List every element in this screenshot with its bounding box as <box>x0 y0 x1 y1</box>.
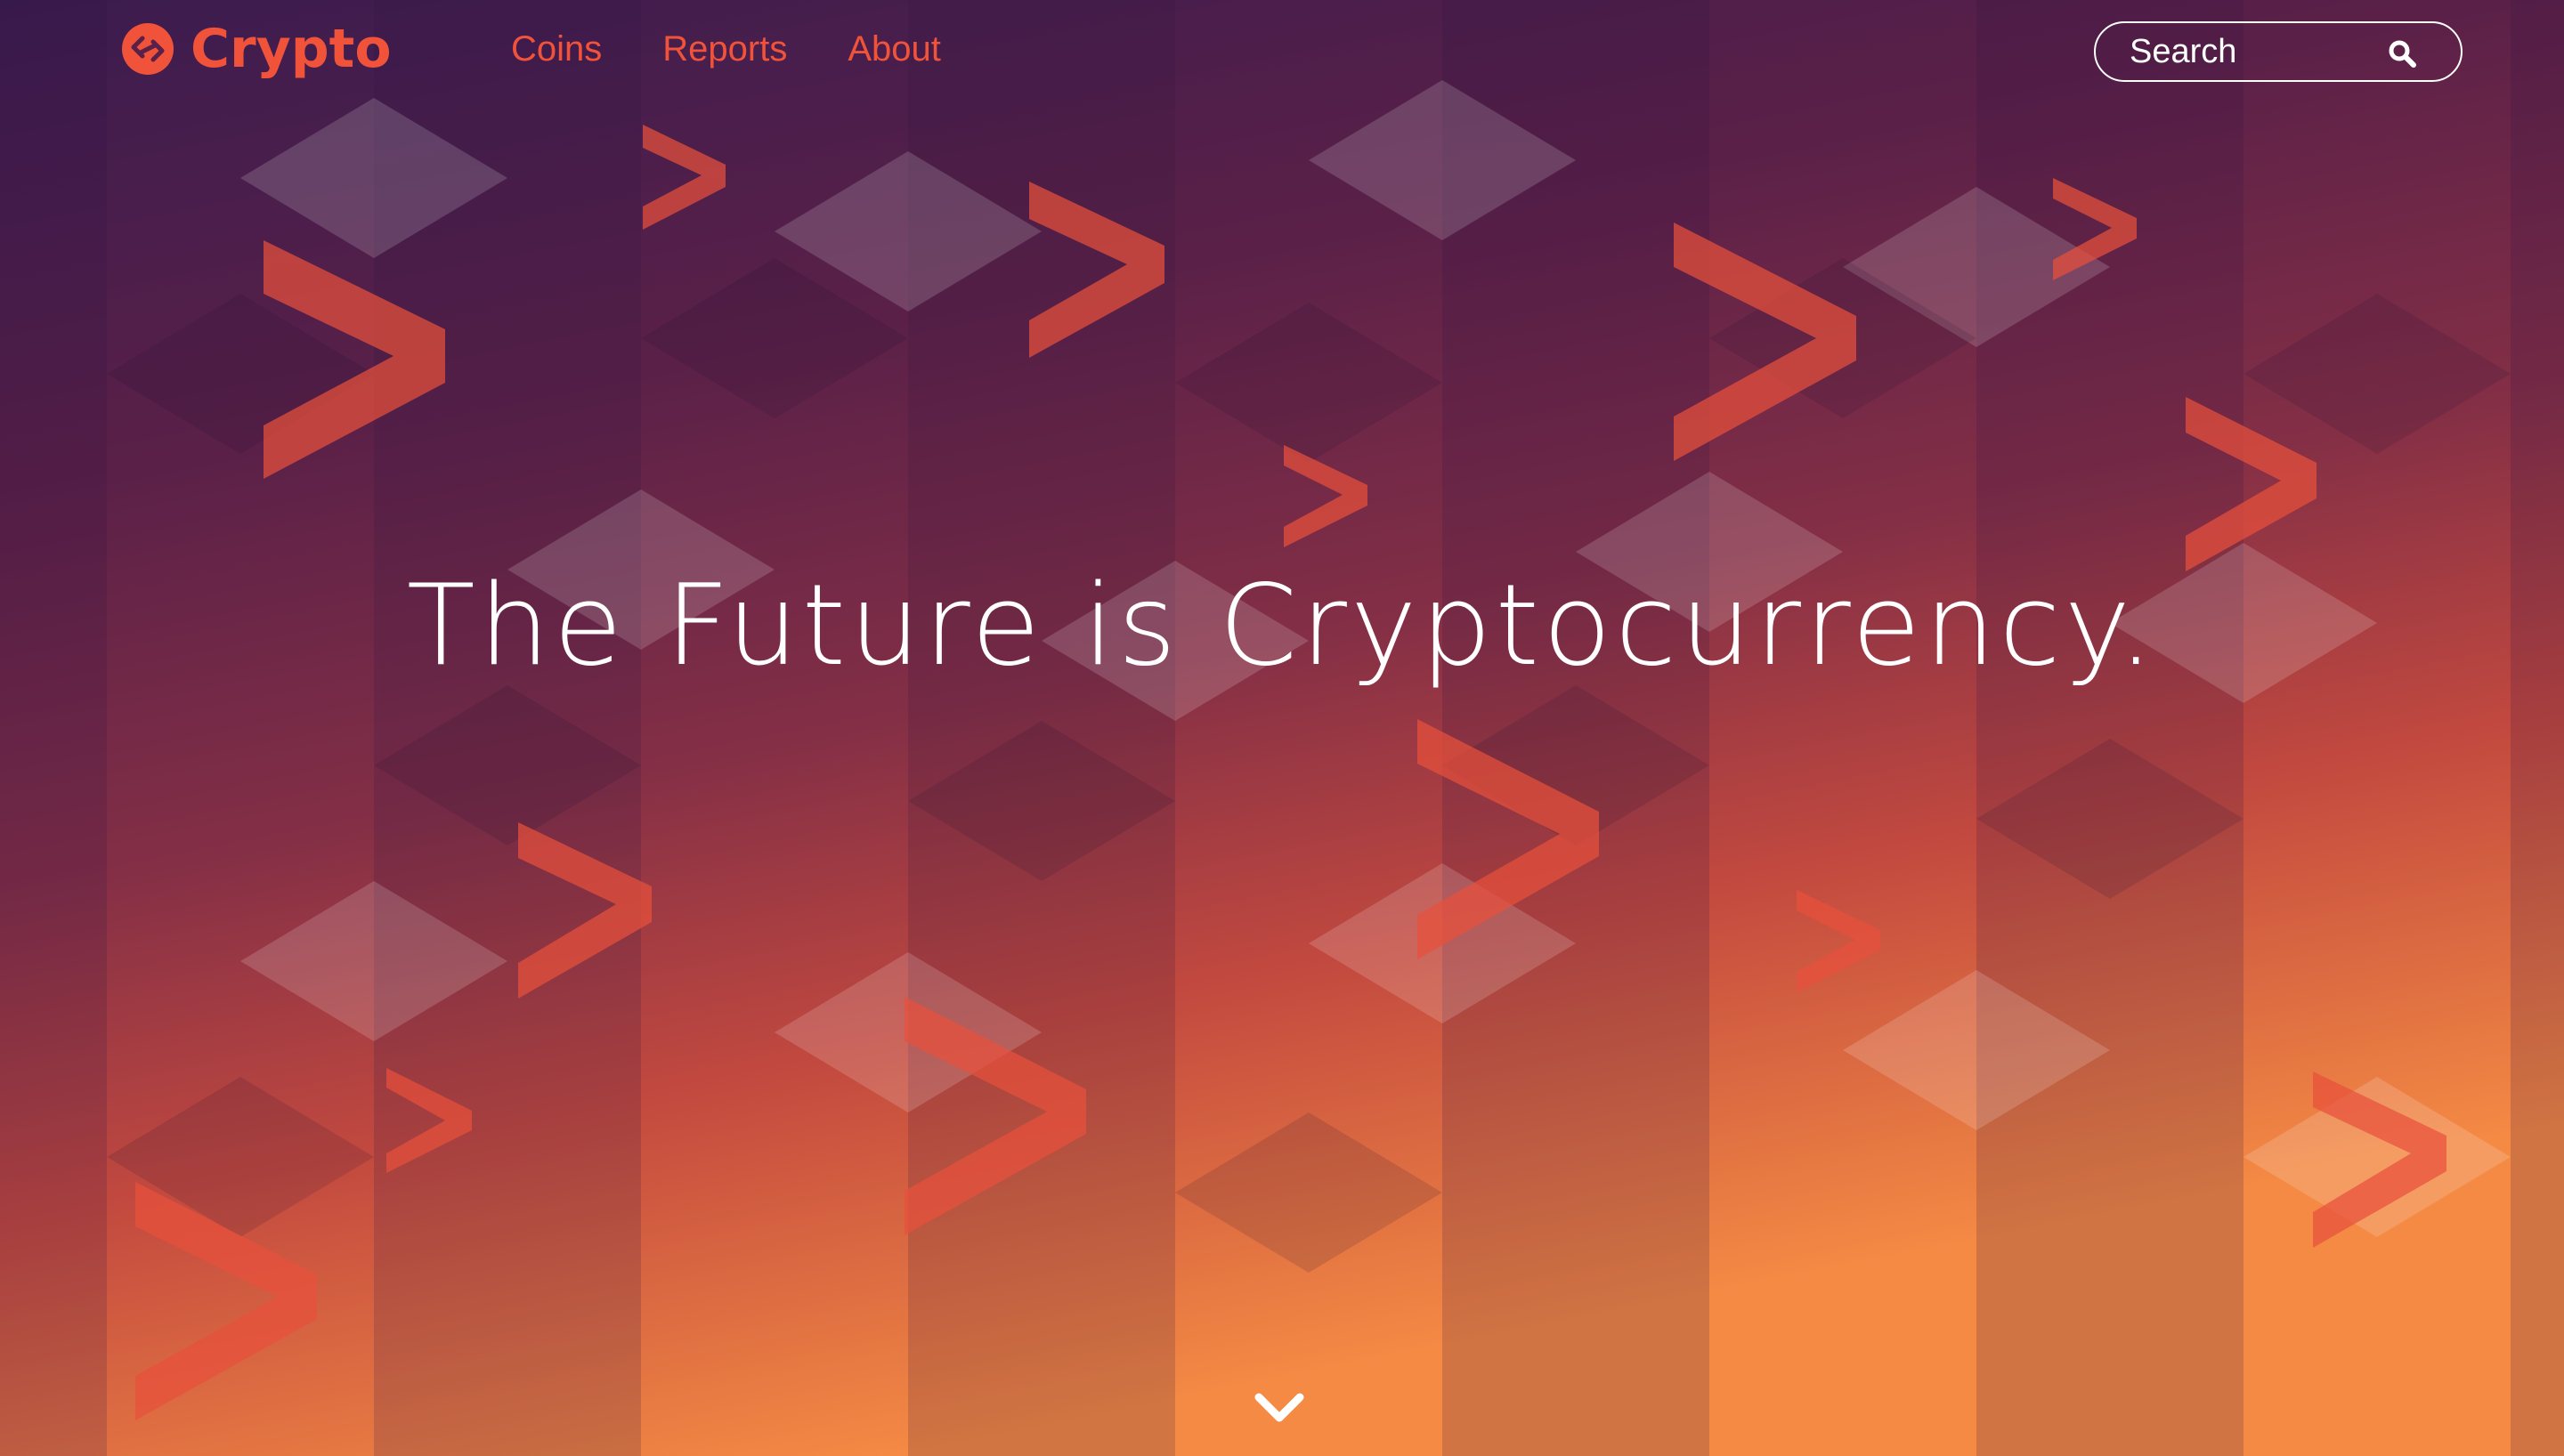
search-box <box>2094 21 2463 82</box>
chevron-down-icon[interactable] <box>1254 1390 1305 1426</box>
hero-section: Crypto Coins Reports About The Future is… <box>0 0 2564 1456</box>
background-pattern <box>0 0 2564 1456</box>
crypto-logo-icon <box>122 23 174 75</box>
brand-name: Crypto <box>191 18 392 80</box>
nav-link-about[interactable]: About <box>848 25 941 73</box>
brand-logo[interactable]: Crypto <box>121 18 392 80</box>
nav-link-coins[interactable]: Coins <box>511 25 602 73</box>
search-input[interactable] <box>2096 31 2398 72</box>
search-icon[interactable] <box>2388 39 2416 68</box>
hero-headline: The Future is Cryptocurrency. <box>406 560 2158 691</box>
nav-link-reports[interactable]: Reports <box>662 25 787 73</box>
top-navbar: Crypto Coins Reports About <box>0 0 2564 107</box>
main-nav: Coins Reports About <box>511 25 941 73</box>
